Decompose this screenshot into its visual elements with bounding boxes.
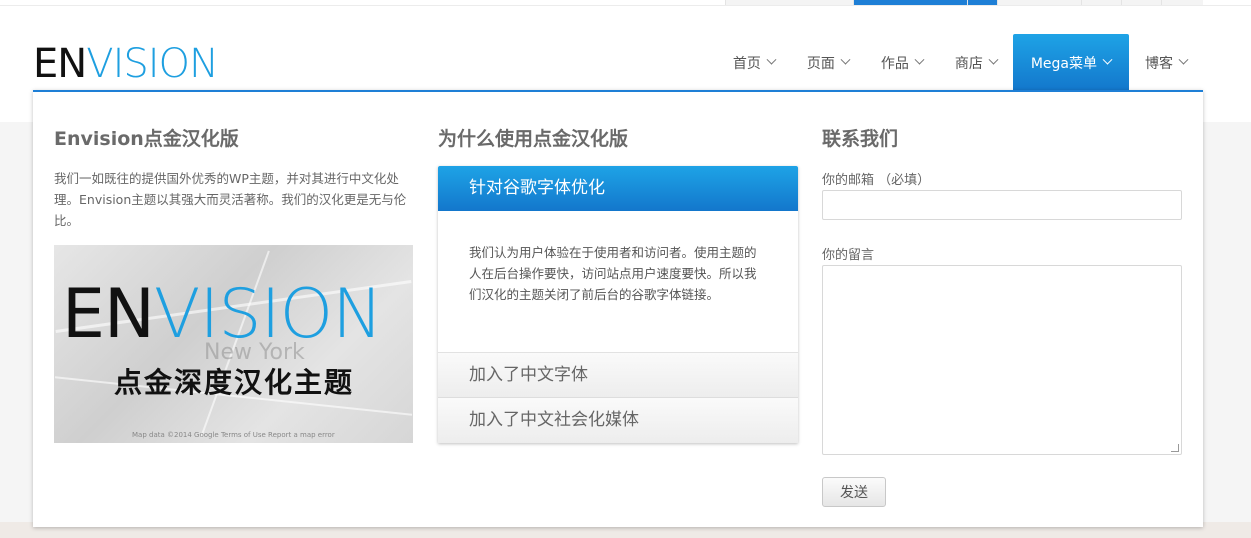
chevron-down-icon [1178,54,1189,65]
nav-label: 页面 [806,55,835,72]
message-textarea[interactable] [822,265,1182,455]
main-nav: 首页 页面 作品 商店 Mega菜单 博客 [717,34,1203,91]
nav-label: 首页 [732,55,761,72]
site-logo[interactable]: ENVISION [33,41,219,87]
accordion-tab-chinese-fonts[interactable]: 加入了中文字体 [438,353,798,398]
why-title: 为什么使用点金汉化版 [438,128,629,150]
accordion-tab-social-media[interactable]: 加入了中文社会化媒体 [438,398,798,443]
top-bar-segment [997,0,1081,5]
contact-title: 联系我们 [822,128,899,150]
top-bar-segment [725,0,853,5]
banner-subtitle: 点金深度汉化主题 [114,366,355,399]
nav-label: 博客 [1145,55,1173,72]
nav-item-home[interactable]: 首页 [717,34,791,91]
chevron-down-icon [988,54,999,65]
chevron-down-icon [914,54,925,65]
accordion-tab-google-fonts[interactable]: 针对谷歌字体优化 [438,166,798,211]
accordion-panel: 我们认为用户体验在于使用者和访问者。使用主题的人在后台操作要快，访问站点用户速度… [438,211,798,353]
chevron-down-icon [766,54,777,65]
nav-label: 作品 [880,55,909,72]
theme-banner-image: New York ENVISION 点金深度汉化主题 Map data ©201… [54,245,413,443]
email-label: 你的邮箱 （必填） [822,173,931,188]
nav-item-portfolio[interactable]: 作品 [865,34,939,91]
about-title: Envision点金汉化版 [54,128,239,150]
banner-logo-vision: VISION [153,275,383,354]
nav-item-pages[interactable]: 页面 [791,34,865,91]
chevron-down-icon [840,54,851,65]
top-bar [0,0,1251,6]
banner-logo-en: EN [62,275,155,354]
top-bar-segment [1081,0,1121,5]
banner-logo: ENVISION [62,275,383,355]
nav-item-mega-menu[interactable]: Mega菜单 [1012,34,1129,91]
send-button[interactable]: 发送 [822,477,886,507]
mega-menu-panel: Envision点金汉化版 我们一如既往的提供国外优秀的WP主题，并对其进行中文… [33,90,1203,527]
message-label: 你的留言 [822,248,875,263]
feature-accordion: 针对谷歌字体优化 我们认为用户体验在于使用者和访问者。使用主题的人在后台操作要快… [438,166,798,443]
chevron-down-icon [1102,54,1113,65]
nav-item-blog[interactable]: 博客 [1129,34,1203,91]
nav-item-shop[interactable]: 商店 [939,34,1013,91]
email-field[interactable] [822,190,1182,220]
top-bar-active-segment [853,0,967,5]
nav-label: Mega菜单 [1030,55,1097,72]
logo-part-en: EN [33,41,87,87]
map-credits: Map data ©2014 Google Terms of Use Repor… [132,431,335,439]
nav-label: 商店 [954,55,983,72]
logo-part-vision: VISION [86,41,219,87]
resize-handle-icon[interactable] [1171,444,1179,452]
top-bar-segment [1121,0,1161,5]
top-bar-segment [967,0,997,5]
about-text: 我们一如既往的提供国外优秀的WP主题，并对其进行中文化处理。Envision主题… [54,171,407,228]
top-bar-segment [1161,0,1203,5]
